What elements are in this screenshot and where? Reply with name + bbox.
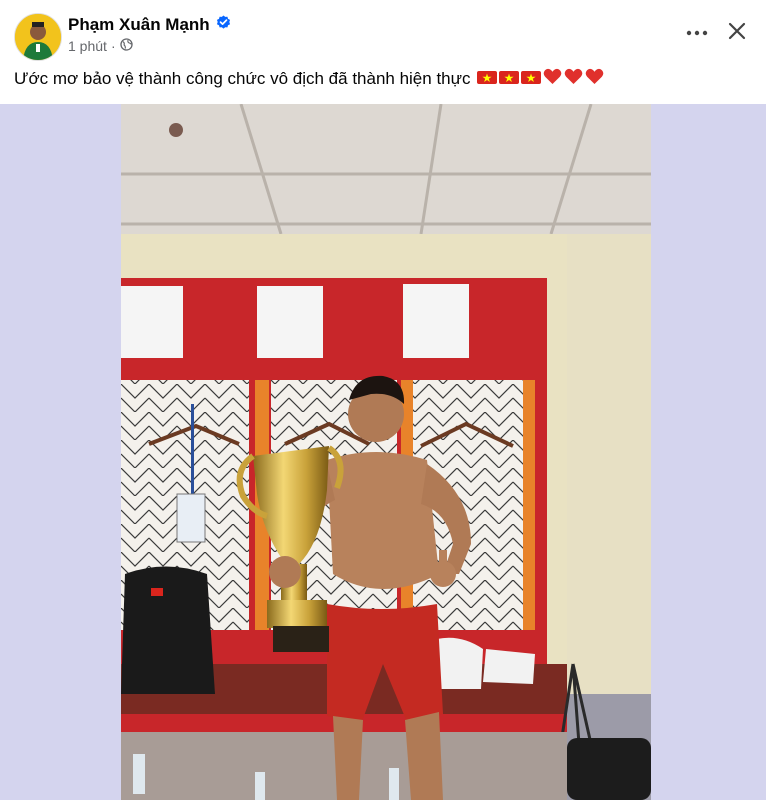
close-button[interactable]: [724, 20, 750, 46]
more-horizontal-icon: [686, 23, 708, 41]
globe-icon[interactable]: [119, 38, 133, 54]
post-caption: Ước mơ bảo vệ thành công chức vô địch đã…: [14, 68, 604, 90]
caption-emojis: [476, 68, 604, 90]
author-name[interactable]: Phạm Xuân Mạnh: [68, 15, 210, 35]
red-heart-icon: [543, 68, 562, 90]
vietnam-flag-icon: [476, 69, 497, 90]
red-heart-icon: [564, 68, 583, 90]
meta-separator: ·: [110, 38, 116, 54]
avatar[interactable]: [14, 13, 62, 61]
vietnam-flag-icon: [520, 69, 541, 90]
photo-viewer: [0, 104, 766, 800]
post-photo[interactable]: [121, 104, 651, 800]
red-heart-icon: [585, 68, 604, 90]
author-name-row: Phạm Xuân Mạnh: [68, 15, 231, 35]
verified-badge-icon: [216, 15, 231, 35]
close-icon: [728, 22, 746, 45]
timestamp[interactable]: 1 phút: [68, 38, 107, 54]
caption-text: Ước mơ bảo vệ thành công chức vô địch đã…: [14, 69, 471, 88]
post-header: Phạm Xuân Mạnh 1 phút ·: [0, 0, 766, 64]
more-options-button[interactable]: [684, 22, 710, 42]
vietnam-flag-icon: [498, 69, 519, 90]
post-meta: 1 phút ·: [68, 38, 133, 54]
